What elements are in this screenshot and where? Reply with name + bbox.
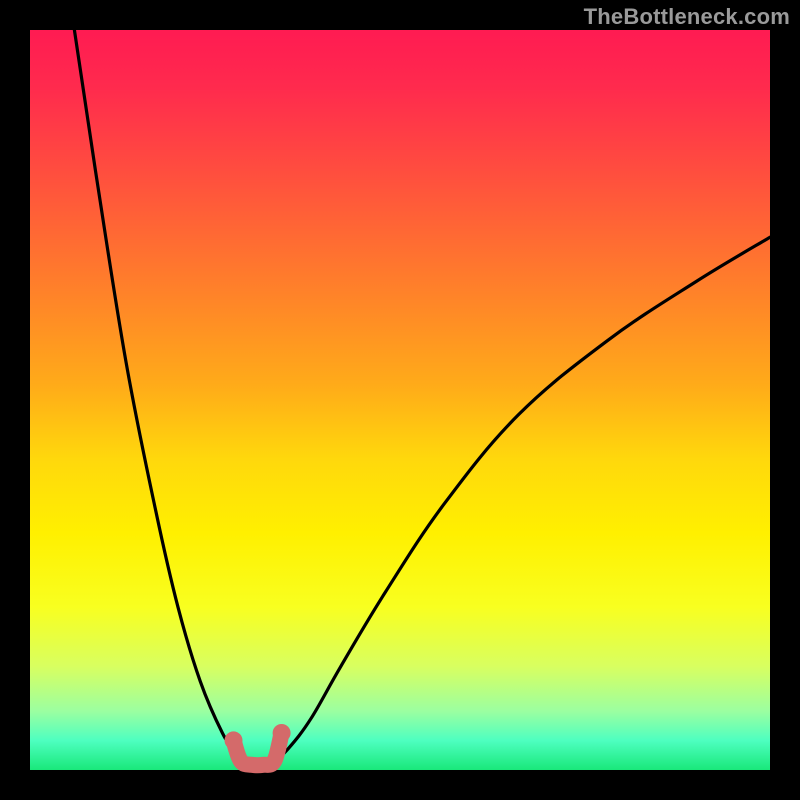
- plot-area: [30, 30, 770, 770]
- watermark-text: TheBottleneck.com: [584, 4, 790, 30]
- bottleneck-curve-right: [263, 237, 770, 766]
- bottleneck-curve-left: [74, 30, 263, 766]
- curve-layer: [30, 30, 770, 770]
- valley-highlight-dot-left: [225, 731, 243, 749]
- chart-frame: TheBottleneck.com: [0, 0, 800, 800]
- valley-highlight-dot-right: [273, 724, 291, 742]
